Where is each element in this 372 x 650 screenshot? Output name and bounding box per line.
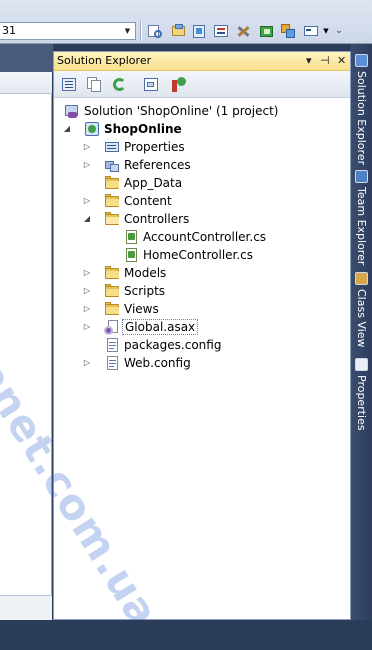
tree-item-views[interactable]: ▷ Views xyxy=(54,300,350,318)
tree-item-account-controller[interactable]: AccountController.cs xyxy=(54,228,350,246)
main-toolbar: 31 ▼ ▼ ⌄ xyxy=(0,0,372,44)
folder-icon xyxy=(104,175,120,191)
tree-item-label: Controllers xyxy=(124,212,190,226)
references-icon xyxy=(104,157,120,173)
auto-hide-pin-icon[interactable]: ⊣ xyxy=(320,54,330,68)
tree-item-label: Global.asax xyxy=(122,319,199,335)
editor-pane[interactable] xyxy=(0,72,52,620)
collapsed-arrow-icon[interactable]: ▷ xyxy=(82,321,92,333)
tab-label: Class View xyxy=(355,289,368,348)
project-icon xyxy=(84,121,100,137)
toolbox-icon[interactable] xyxy=(235,23,252,40)
tree-item-label: Properties xyxy=(124,140,185,154)
collapsed-arrow-icon[interactable]: ▷ xyxy=(82,303,92,315)
solution-explorer-toolbar xyxy=(54,71,350,98)
tree-item-home-controller[interactable]: HomeController.cs xyxy=(54,246,350,264)
collapsed-arrow-icon[interactable]: ▷ xyxy=(82,267,92,279)
collapsed-arrow-icon[interactable]: ▷ xyxy=(82,141,92,153)
find-icon[interactable] xyxy=(170,23,187,40)
editor-tab-strip xyxy=(0,44,53,72)
config-file-icon xyxy=(104,355,120,371)
expanded-arrow-icon[interactable]: ◢ xyxy=(82,213,92,225)
collapsed-arrow-icon[interactable]: ▷ xyxy=(82,285,92,297)
editor-navigation-bar xyxy=(0,72,52,94)
tree-item-app-data[interactable]: App_Data xyxy=(54,174,350,192)
tree-item-label: packages.config xyxy=(124,338,222,352)
tree-item-label: Web.config xyxy=(124,356,191,370)
tab-label: Team Explorer xyxy=(355,187,368,266)
solution-explorer-panel: Solution Explorer ▾ ⊣ ✕ Solution 'ShopOn… xyxy=(53,51,351,620)
properties-button-icon[interactable] xyxy=(61,76,78,93)
tree-item-references[interactable]: ▷ References xyxy=(54,156,350,174)
view-designer-icon[interactable] xyxy=(170,76,187,93)
csharp-file-icon xyxy=(123,229,139,245)
solution-configurations-combo[interactable]: 31 ▼ xyxy=(0,22,136,40)
find-in-files-icon[interactable] xyxy=(147,23,164,40)
close-icon[interactable]: ✕ xyxy=(337,54,346,68)
tree-item-project[interactable]: ◢ ShopOnline xyxy=(54,120,350,138)
editor-bottom-bar xyxy=(0,595,52,620)
csharp-file-icon xyxy=(123,247,139,263)
tree-item-label: Models xyxy=(124,266,167,280)
tree-item-global-asax[interactable]: ▷ Global.asax xyxy=(54,318,350,336)
tree-item-label: References xyxy=(124,158,191,172)
tree-item-label: App_Data xyxy=(124,176,183,190)
properties-icon xyxy=(104,139,120,155)
side-tab-strip: Solution Explorer Team Explorer Class Vi… xyxy=(351,44,372,620)
collapsed-arrow-icon[interactable]: ▷ xyxy=(82,195,92,207)
tree-item-label: ShopOnline xyxy=(104,122,182,136)
solution-explorer-title-bar: Solution Explorer ▾ ⊣ ✕ xyxy=(54,52,350,71)
folder-icon xyxy=(104,265,120,281)
tree-item-packages-config[interactable]: packages.config xyxy=(54,336,350,354)
folder-open-icon xyxy=(104,211,120,227)
window-position-icon[interactable]: ▾ xyxy=(306,54,312,68)
extension-manager-icon[interactable] xyxy=(258,23,275,40)
tree-item-label: Content xyxy=(124,194,172,208)
collapsed-arrow-icon[interactable]: ▷ xyxy=(82,159,92,171)
toolbar-separator xyxy=(140,21,142,41)
folder-icon xyxy=(104,301,120,317)
combo-value: 31 xyxy=(2,24,16,37)
tree-item-label: AccountController.cs xyxy=(143,230,267,244)
tree-item-label: HomeController.cs xyxy=(143,248,254,262)
tree-item-controllers[interactable]: ◢ Controllers xyxy=(54,210,350,228)
folder-icon xyxy=(104,283,120,299)
tree-item-web-config[interactable]: ▷ Web.config xyxy=(54,354,350,372)
chevron-down-icon[interactable]: ▼ xyxy=(121,24,134,38)
folder-icon xyxy=(104,193,120,209)
tree-item-models[interactable]: ▷ Models xyxy=(54,264,350,282)
tree-item-content[interactable]: ▷ Content xyxy=(54,192,350,210)
config-file-icon xyxy=(104,337,120,353)
tree-item-label: Scripts xyxy=(124,284,166,298)
collapsed-arrow-icon[interactable]: ▷ xyxy=(82,357,92,369)
properties-tab-icon xyxy=(355,358,368,371)
start-page-icon[interactable] xyxy=(280,23,297,40)
solution-explorer-tab-icon xyxy=(355,54,368,67)
panel-title: Solution Explorer xyxy=(57,54,152,67)
show-all-files-icon[interactable] xyxy=(86,76,103,93)
expanded-arrow-icon[interactable]: ◢ xyxy=(62,123,72,135)
command-window-icon[interactable] xyxy=(303,23,320,40)
chevron-down-icon[interactable]: ▼ xyxy=(321,23,331,40)
tree-item-solution[interactable]: Solution 'ShopOnline' (1 project) xyxy=(54,102,350,120)
team-explorer-tab-icon xyxy=(355,170,368,183)
properties-window-icon[interactable] xyxy=(213,23,230,40)
solution-icon xyxy=(64,103,80,119)
toolbar-overflow-icon[interactable]: ⌄ xyxy=(334,23,344,40)
asax-file-icon xyxy=(104,319,120,335)
refresh-icon[interactable] xyxy=(111,76,128,93)
tree-item-properties[interactable]: ▷ Properties xyxy=(54,138,350,156)
tree-item-scripts[interactable]: ▷ Scripts xyxy=(54,282,350,300)
tree-item-label: Solution 'ShopOnline' (1 project) xyxy=(84,104,279,118)
class-view-tab-icon xyxy=(355,272,368,285)
ide-background xyxy=(0,620,372,650)
view-class-diagram-icon[interactable] xyxy=(143,76,160,93)
tree-item-label: Views xyxy=(124,302,159,316)
tab-label: Properties xyxy=(355,375,368,431)
tab-label: Solution Explorer xyxy=(355,71,368,166)
solution-explorer-icon[interactable] xyxy=(191,23,208,40)
